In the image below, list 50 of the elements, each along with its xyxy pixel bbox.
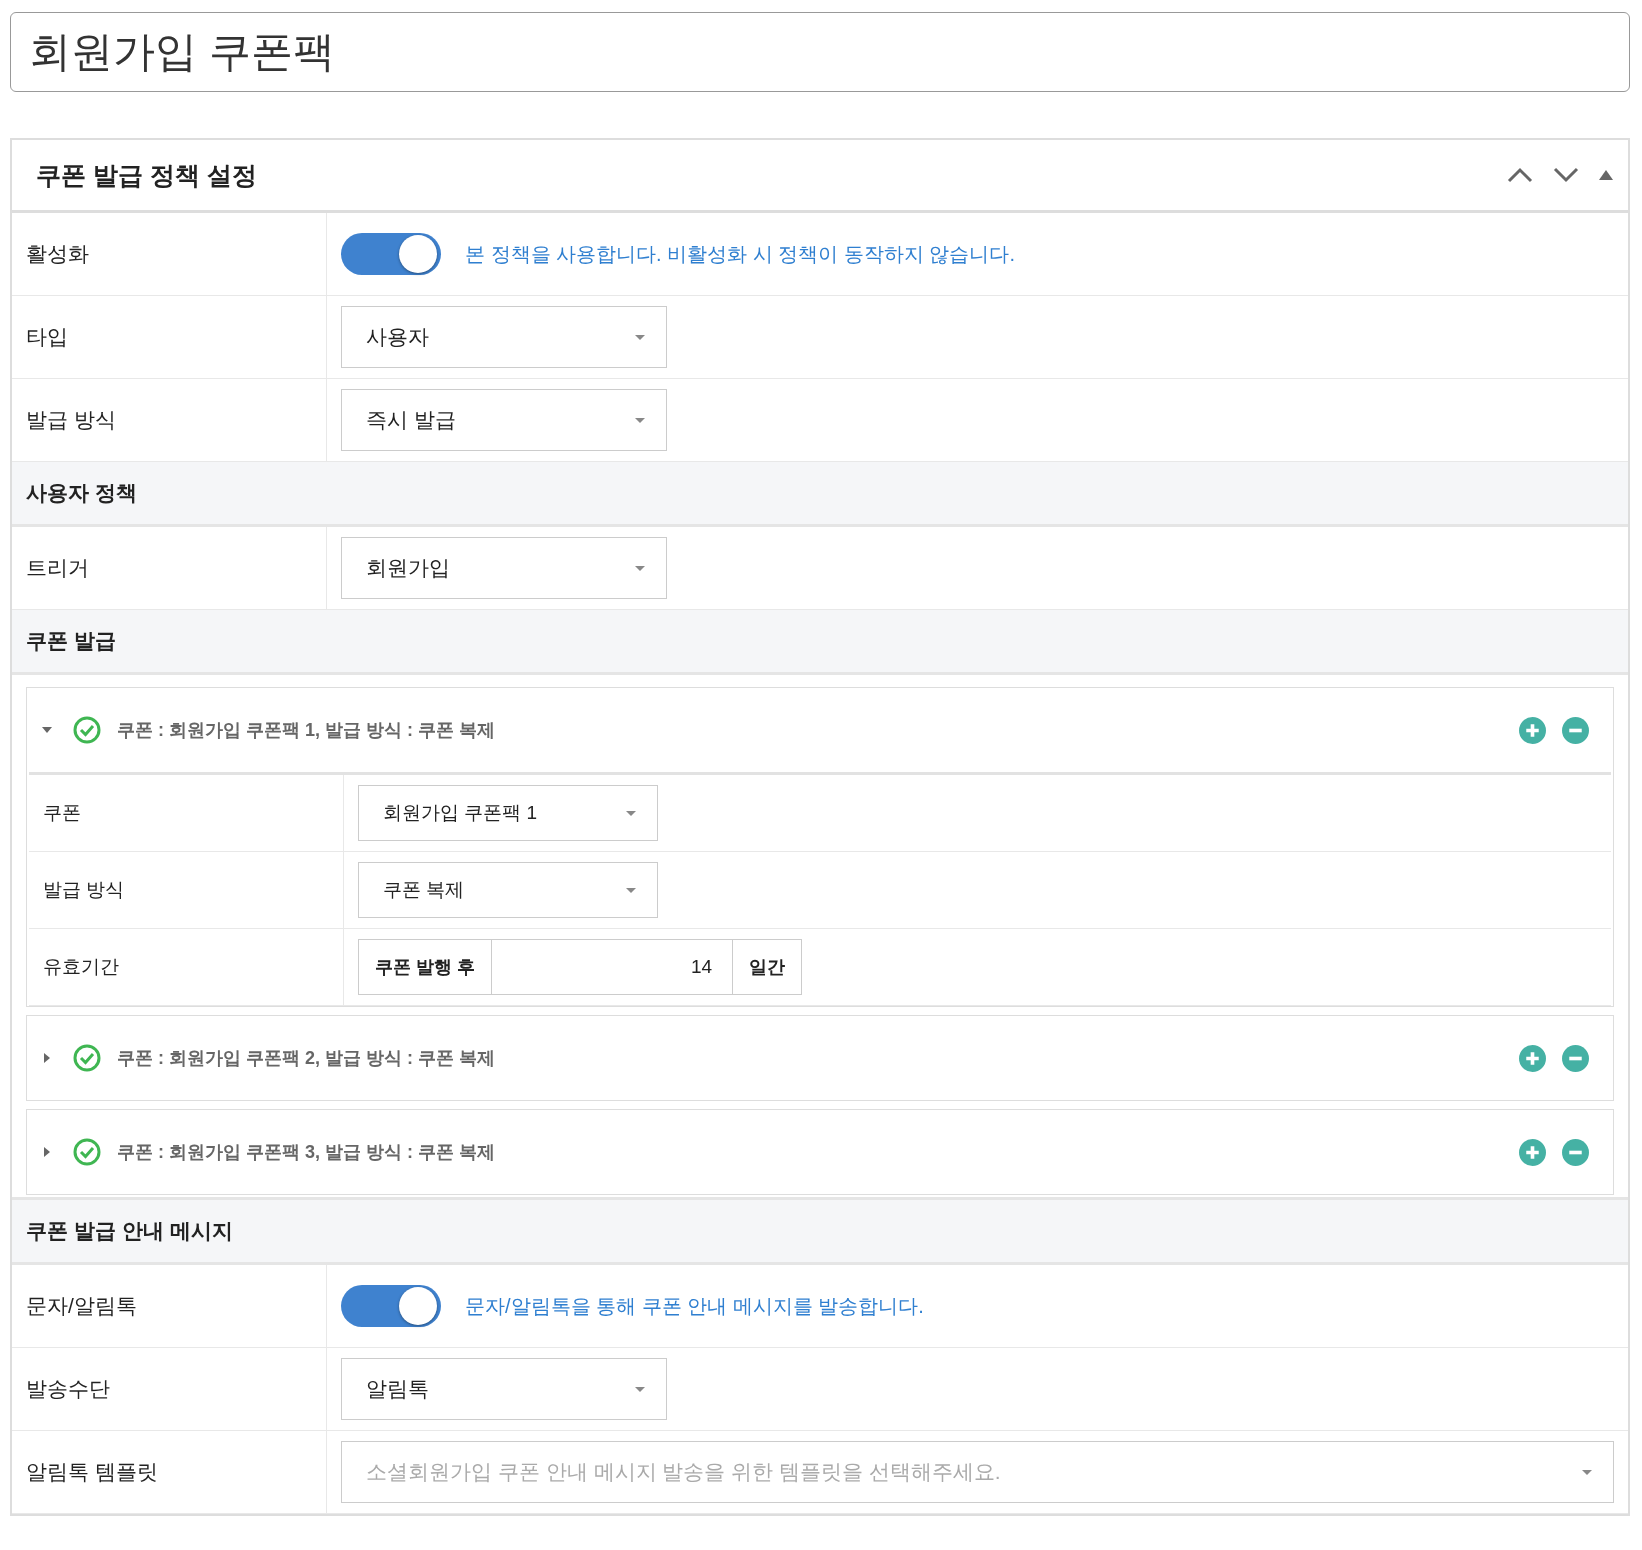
caret-icon — [634, 1385, 646, 1393]
chevron-up-icon[interactable] — [1506, 166, 1534, 184]
page-title: 회원가입 쿠폰팩 — [10, 12, 1630, 92]
panel-title: 쿠폰 발급 정책 설정 — [36, 159, 258, 191]
caret-icon — [625, 886, 637, 894]
check-circle-icon — [73, 716, 101, 744]
dropdown[interactable]: 회원가입 쿠폰팩 1 — [358, 785, 658, 841]
field-label: 발급 방식 — [29, 852, 344, 928]
remove-icon[interactable] — [1562, 1044, 1589, 1072]
help-text: 문자/알림톡을 통해 쿠폰 안내 메시지를 발송합니다. — [465, 1293, 924, 1319]
coupon-summary: 쿠폰 : 회원가입 쿠폰팩 3, 발급 방식 : 쿠폰 복제 — [117, 1141, 495, 1164]
dropdown[interactable]: 회원가입 — [341, 537, 667, 599]
check-circle-icon — [73, 1138, 101, 1166]
input-suffix: 일간 — [732, 939, 802, 995]
section-header: 사용자 정책 — [12, 462, 1628, 527]
check-circle-icon — [73, 1044, 101, 1072]
field-label: 트리거 — [12, 527, 327, 609]
field-label: 활성화 — [12, 213, 327, 295]
chevron-down-icon[interactable] — [1552, 166, 1580, 184]
add-icon[interactable] — [1519, 1138, 1546, 1166]
field-label: 문자/알림톡 — [12, 1265, 327, 1347]
section-header: 쿠폰 발급 안내 메시지 — [12, 1200, 1628, 1265]
field-label: 발급 방식 — [12, 379, 327, 461]
field-label: 알림톡 템플릿 — [12, 1431, 327, 1513]
input-prefix: 쿠폰 발행 후 — [358, 939, 492, 995]
dropdown[interactable]: 사용자 — [341, 306, 667, 368]
field-label: 유효기간 — [29, 929, 344, 1005]
remove-icon[interactable] — [1562, 716, 1589, 744]
field-label: 타입 — [12, 296, 327, 378]
dropdown[interactable]: 즉시 발급 — [341, 389, 667, 451]
dropdown[interactable]: 알림톡 — [341, 1358, 667, 1420]
number-field[interactable]: 14 — [492, 939, 732, 995]
add-icon[interactable] — [1519, 716, 1546, 744]
coupon-summary: 쿠폰 : 회원가입 쿠폰팩 1, 발급 방식 : 쿠폰 복제 — [117, 719, 495, 742]
dropdown[interactable]: 쿠폰 복제 — [358, 862, 658, 918]
section-header: 쿠폰 발급 — [12, 610, 1628, 675]
coupon-summary: 쿠폰 : 회원가입 쿠폰팩 2, 발급 방식 : 쿠폰 복제 — [117, 1047, 495, 1070]
collapse-icon[interactable] — [1598, 169, 1614, 181]
toggle-switch[interactable] — [341, 233, 441, 275]
caret-icon — [634, 564, 646, 572]
caret-icon — [1581, 1468, 1593, 1476]
caret-icon — [634, 416, 646, 424]
add-icon[interactable] — [1519, 1044, 1546, 1072]
remove-icon[interactable] — [1562, 1138, 1589, 1166]
field-label: 쿠폰 — [29, 775, 344, 851]
field-label: 발송수단 — [12, 1348, 327, 1430]
help-text: 본 정책을 사용합니다. 비활성화 시 정책이 동작하지 않습니다. — [465, 241, 1015, 267]
toggle-switch[interactable] — [341, 1285, 441, 1327]
caret-icon — [634, 333, 646, 341]
caret-icon — [625, 809, 637, 817]
